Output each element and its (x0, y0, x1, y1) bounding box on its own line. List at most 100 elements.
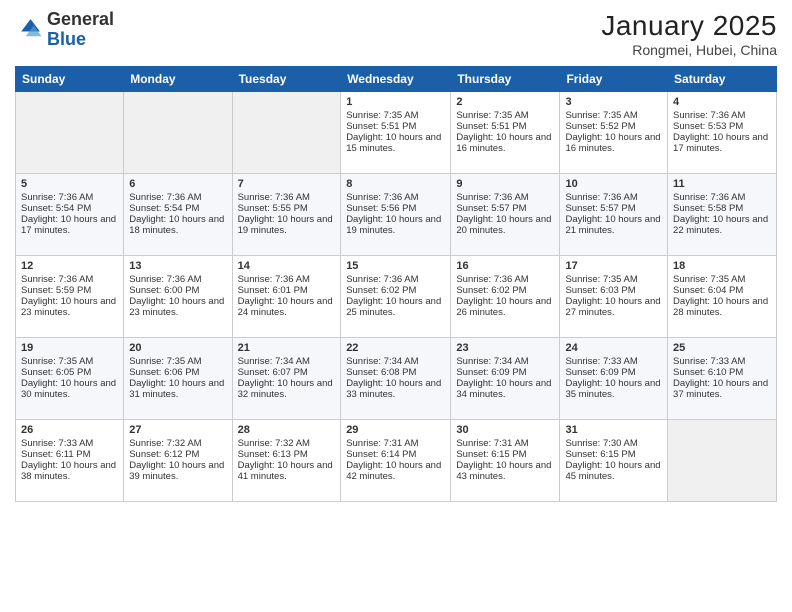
day-cell: 8Sunrise: 7:36 AMSunset: 5:56 PMDaylight… (341, 174, 451, 256)
day-cell (668, 420, 777, 502)
sunset: Sunset: 5:59 PM (21, 285, 91, 296)
day-cell: 19Sunrise: 7:35 AMSunset: 6:05 PMDayligh… (16, 338, 124, 420)
daylight: Daylight: 10 hours and 35 minutes. (565, 378, 660, 400)
sunrise: Sunrise: 7:36 AM (673, 192, 745, 203)
daylight: Daylight: 10 hours and 45 minutes. (565, 460, 660, 482)
day-cell: 21Sunrise: 7:34 AMSunset: 6:07 PMDayligh… (232, 338, 341, 420)
daylight: Daylight: 10 hours and 18 minutes. (129, 214, 224, 236)
sunrise: Sunrise: 7:35 AM (456, 110, 528, 121)
sunrise: Sunrise: 7:34 AM (346, 356, 418, 367)
daylight: Daylight: 10 hours and 32 minutes. (238, 378, 333, 400)
sunset: Sunset: 5:56 PM (346, 203, 416, 214)
sunset: Sunset: 5:57 PM (565, 203, 635, 214)
daylight: Daylight: 10 hours and 27 minutes. (565, 296, 660, 318)
daylight: Daylight: 10 hours and 41 minutes. (238, 460, 333, 482)
daylight: Daylight: 10 hours and 17 minutes. (21, 214, 116, 236)
day-cell: 26Sunrise: 7:33 AMSunset: 6:11 PMDayligh… (16, 420, 124, 502)
sunrise: Sunrise: 7:36 AM (346, 274, 418, 285)
day-number: 31 (565, 424, 662, 436)
sunrise: Sunrise: 7:35 AM (21, 356, 93, 367)
week-row-3: 12Sunrise: 7:36 AMSunset: 5:59 PMDayligh… (16, 256, 777, 338)
sunrise: Sunrise: 7:33 AM (21, 438, 93, 449)
sunrise: Sunrise: 7:32 AM (238, 438, 310, 449)
sunrise: Sunrise: 7:36 AM (238, 274, 310, 285)
month-title: January 2025 (601, 10, 777, 42)
sunset: Sunset: 5:52 PM (565, 121, 635, 132)
sunrise: Sunrise: 7:35 AM (129, 356, 201, 367)
day-number: 15 (346, 260, 445, 272)
day-cell: 3Sunrise: 7:35 AMSunset: 5:52 PMDaylight… (560, 92, 668, 174)
week-row-5: 26Sunrise: 7:33 AMSunset: 6:11 PMDayligh… (16, 420, 777, 502)
sunrise: Sunrise: 7:36 AM (129, 274, 201, 285)
day-cell (16, 92, 124, 174)
daylight: Daylight: 10 hours and 28 minutes. (673, 296, 768, 318)
daylight: Daylight: 10 hours and 19 minutes. (238, 214, 333, 236)
day-number: 19 (21, 342, 118, 354)
daylight: Daylight: 10 hours and 33 minutes. (346, 378, 441, 400)
day-number: 27 (129, 424, 226, 436)
sunrise: Sunrise: 7:36 AM (456, 274, 528, 285)
sunset: Sunset: 5:51 PM (346, 121, 416, 132)
day-number: 7 (238, 178, 336, 190)
day-number: 4 (673, 96, 771, 108)
daylight: Daylight: 10 hours and 16 minutes. (456, 132, 551, 154)
sunset: Sunset: 6:12 PM (129, 449, 199, 460)
day-number: 14 (238, 260, 336, 272)
sunset: Sunset: 6:05 PM (21, 367, 91, 378)
day-number: 6 (129, 178, 226, 190)
daylight: Daylight: 10 hours and 26 minutes. (456, 296, 551, 318)
day-number: 28 (238, 424, 336, 436)
weekday-header-thursday: Thursday (451, 67, 560, 92)
sunset: Sunset: 6:08 PM (346, 367, 416, 378)
daylight: Daylight: 10 hours and 37 minutes. (673, 378, 768, 400)
sunset: Sunset: 5:57 PM (456, 203, 526, 214)
day-number: 23 (456, 342, 554, 354)
daylight: Daylight: 10 hours and 19 minutes. (346, 214, 441, 236)
daylight: Daylight: 10 hours and 23 minutes. (21, 296, 116, 318)
weekday-header-wednesday: Wednesday (341, 67, 451, 92)
sunrise: Sunrise: 7:30 AM (565, 438, 637, 449)
page: General Blue January 2025 Rongmei, Hubei… (0, 0, 792, 612)
day-cell: 9Sunrise: 7:36 AMSunset: 5:57 PMDaylight… (451, 174, 560, 256)
daylight: Daylight: 10 hours and 34 minutes. (456, 378, 551, 400)
sunset: Sunset: 6:04 PM (673, 285, 743, 296)
day-cell: 24Sunrise: 7:33 AMSunset: 6:09 PMDayligh… (560, 338, 668, 420)
day-cell: 10Sunrise: 7:36 AMSunset: 5:57 PMDayligh… (560, 174, 668, 256)
sunrise: Sunrise: 7:33 AM (673, 356, 745, 367)
sunrise: Sunrise: 7:32 AM (129, 438, 201, 449)
calendar-table: SundayMondayTuesdayWednesdayThursdayFrid… (15, 66, 777, 502)
day-number: 3 (565, 96, 662, 108)
day-cell: 29Sunrise: 7:31 AMSunset: 6:14 PMDayligh… (341, 420, 451, 502)
weekday-header-row: SundayMondayTuesdayWednesdayThursdayFrid… (16, 67, 777, 92)
daylight: Daylight: 10 hours and 23 minutes. (129, 296, 224, 318)
sunset: Sunset: 6:02 PM (456, 285, 526, 296)
daylight: Daylight: 10 hours and 42 minutes. (346, 460, 441, 482)
day-number: 2 (456, 96, 554, 108)
weekday-header-sunday: Sunday (16, 67, 124, 92)
daylight: Daylight: 10 hours and 25 minutes. (346, 296, 441, 318)
day-number: 21 (238, 342, 336, 354)
sunrise: Sunrise: 7:35 AM (673, 274, 745, 285)
day-number: 20 (129, 342, 226, 354)
title-block: January 2025 Rongmei, Hubei, China (601, 10, 777, 58)
day-cell: 4Sunrise: 7:36 AMSunset: 5:53 PMDaylight… (668, 92, 777, 174)
sunrise: Sunrise: 7:36 AM (565, 192, 637, 203)
day-number: 18 (673, 260, 771, 272)
day-cell: 5Sunrise: 7:36 AMSunset: 5:54 PMDaylight… (16, 174, 124, 256)
week-row-4: 19Sunrise: 7:35 AMSunset: 6:05 PMDayligh… (16, 338, 777, 420)
day-number: 30 (456, 424, 554, 436)
sunset: Sunset: 6:01 PM (238, 285, 308, 296)
day-number: 24 (565, 342, 662, 354)
daylight: Daylight: 10 hours and 17 minutes. (673, 132, 768, 154)
sunset: Sunset: 5:55 PM (238, 203, 308, 214)
sunrise: Sunrise: 7:31 AM (346, 438, 418, 449)
day-cell: 11Sunrise: 7:36 AMSunset: 5:58 PMDayligh… (668, 174, 777, 256)
sunset: Sunset: 6:13 PM (238, 449, 308, 460)
day-cell: 2Sunrise: 7:35 AMSunset: 5:51 PMDaylight… (451, 92, 560, 174)
weekday-header-monday: Monday (124, 67, 232, 92)
daylight: Daylight: 10 hours and 31 minutes. (129, 378, 224, 400)
day-number: 1 (346, 96, 445, 108)
logo-text: General Blue (47, 10, 114, 50)
sunset: Sunset: 5:54 PM (129, 203, 199, 214)
day-cell: 18 Sunrise: 7:35 AMSunset: 6:04 PMDayligh… (668, 256, 777, 338)
